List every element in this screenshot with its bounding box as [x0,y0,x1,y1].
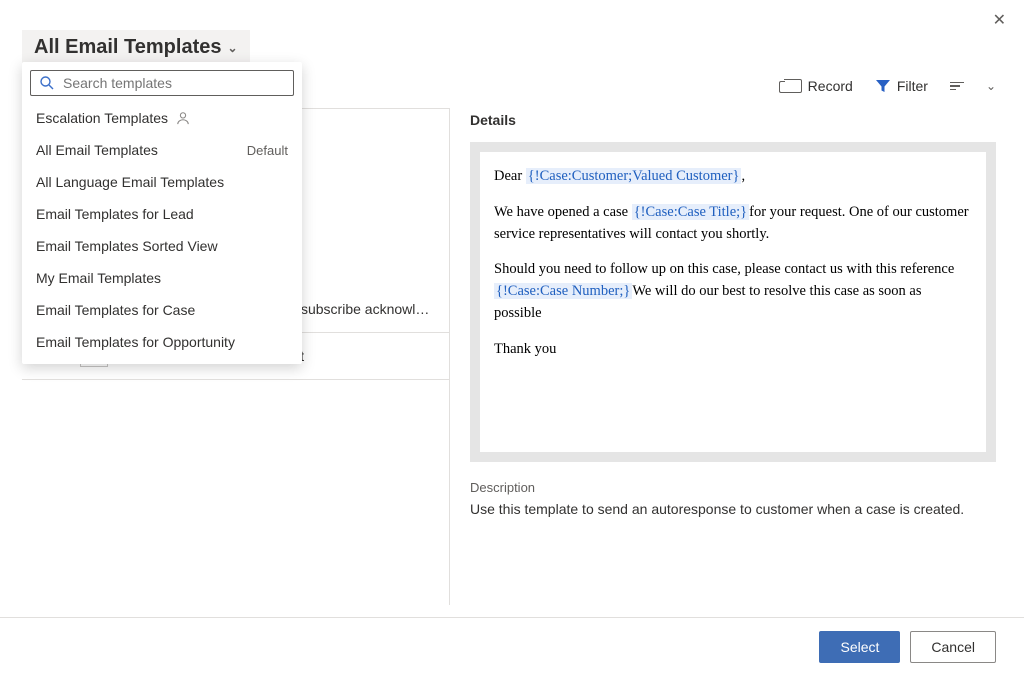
description-label: Description [470,480,996,495]
search-input[interactable] [63,75,285,91]
preview-text: Should you need to follow up on this cas… [494,261,954,277]
record-button[interactable]: Record [784,78,853,94]
view-option-my[interactable]: My Email Templates [22,262,302,294]
preview-text: Thank you [494,339,972,361]
preview-text: Dear [494,168,526,184]
search-input-wrap[interactable] [30,70,294,96]
dropdown-item-label: Email Templates for Case [36,302,195,318]
dropdown-item-label: My Email Templates [36,270,161,286]
dropdown-item-label: Email Templates for Opportunity [36,334,235,350]
preview-text: , [741,168,745,184]
filter-button[interactable]: Filter [875,78,928,94]
view-option-opportunity[interactable]: Email Templates for Opportunity [22,326,302,358]
select-button[interactable]: Select [819,631,900,663]
template-preview: Dear {!Case:Customer;Valued Customer}, W… [470,142,996,462]
details-heading: Details [470,108,996,142]
merge-token: {!Case:Case Title;} [632,204,749,220]
preview-body: Dear {!Case:Customer;Valued Customer}, W… [480,152,986,452]
sort-icon [950,82,964,91]
description-text: Use this template to send an autorespons… [470,501,996,517]
view-option-all-lang[interactable]: All Language Email Templates [22,166,302,198]
dropdown-item-label: All Language Email Templates [36,174,224,190]
folder-open-icon [784,79,802,93]
dropdown-item-label: Escalation Templates [36,110,168,126]
view-option-case[interactable]: Email Templates for Case [22,294,302,326]
view-option-sorted[interactable]: Email Templates Sorted View [22,230,302,262]
close-icon[interactable]: ✕ [993,10,1006,30]
chevron-down-icon: ⌄ [227,41,237,55]
filter-icon [875,78,891,94]
sort-button[interactable] [950,82,964,91]
view-option-lead[interactable]: Email Templates for Lead [22,198,302,230]
dropdown-item-label: All Email Templates [36,142,158,158]
search-icon [39,75,55,91]
preview-text: We have opened a case [494,204,632,220]
page-title: All Email Templates [34,36,221,59]
filter-label: Filter [897,78,928,94]
person-icon [176,111,190,125]
view-selector-dropdown: Escalation Templates All Email Templates… [22,62,302,364]
record-label: Record [808,78,853,94]
merge-token: {!Case:Case Number;} [494,283,632,299]
dropdown-item-label: Email Templates Sorted View [36,238,218,254]
dropdown-badge: Default [247,143,288,158]
view-option-escalation[interactable]: Escalation Templates [22,102,302,134]
view-selector-trigger[interactable]: All Email Templates ⌄ [22,30,250,65]
cancel-button[interactable]: Cancel [910,631,996,663]
dropdown-item-label: Email Templates for Lead [36,206,194,222]
merge-token: {!Case:Customer;Valued Customer} [526,168,742,184]
more-chevron-icon[interactable]: ⌄ [986,79,996,93]
view-option-all[interactable]: All Email Templates Default [22,134,302,166]
